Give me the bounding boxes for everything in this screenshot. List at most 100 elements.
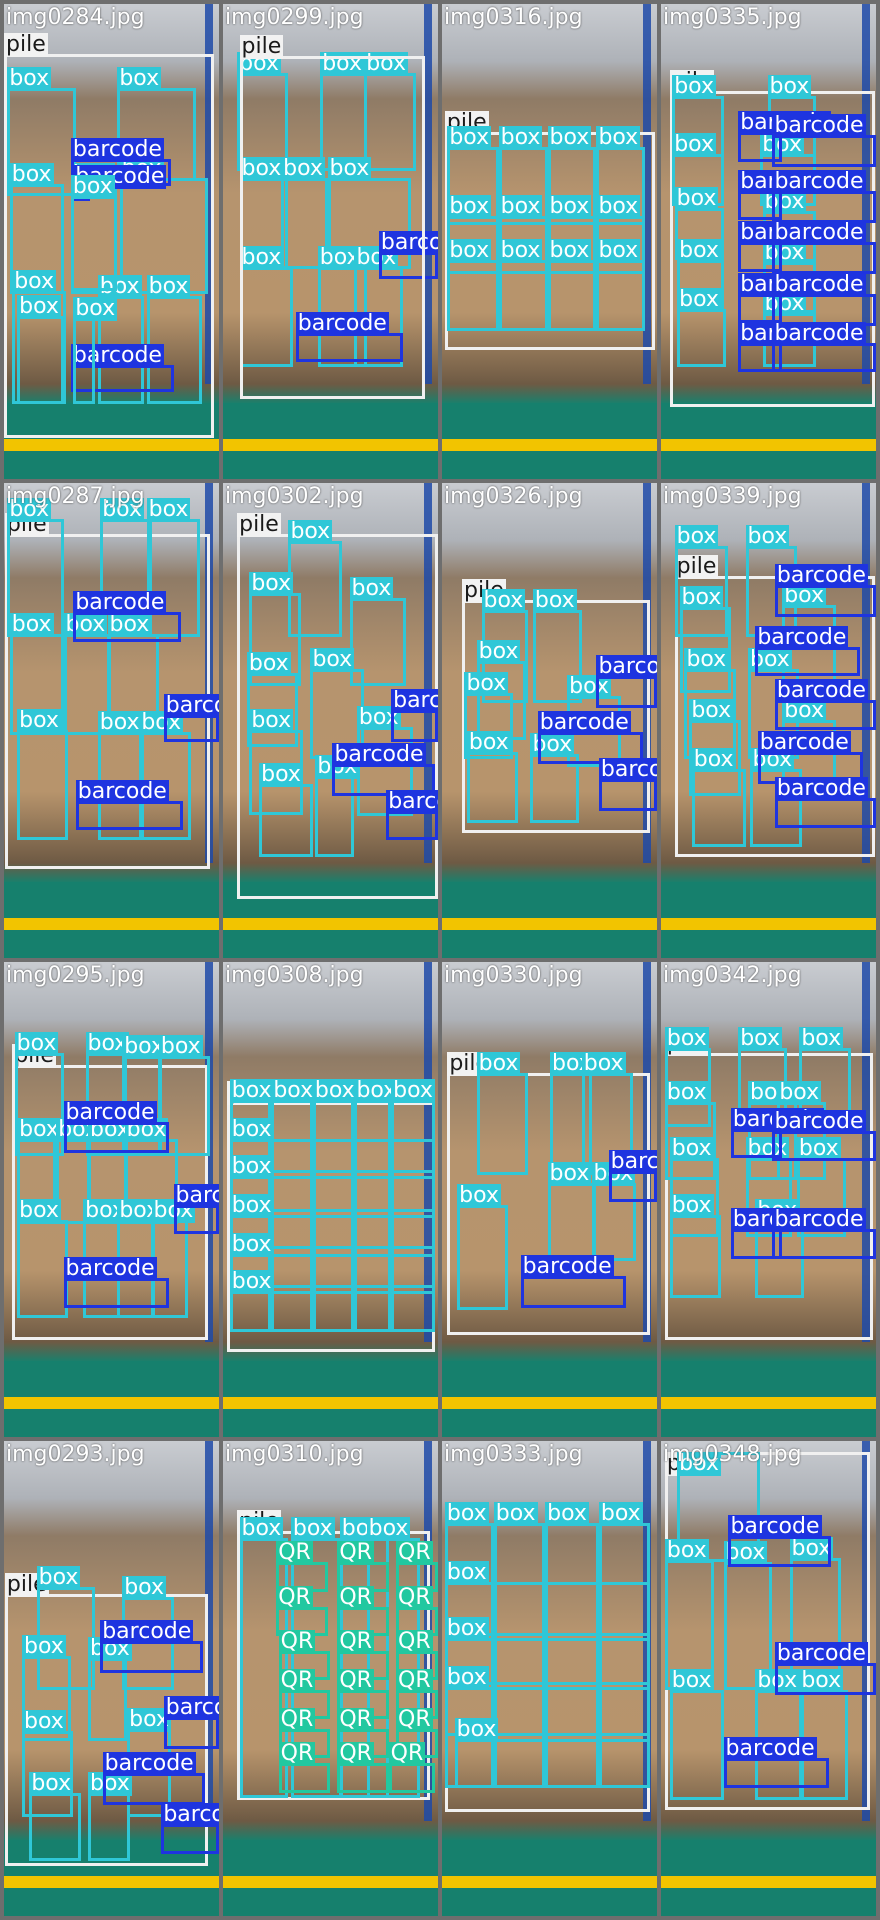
floor-stripe: [223, 1396, 438, 1409]
box-label: box: [229, 1192, 274, 1218]
barcode-label: barcode: [163, 1695, 219, 1720]
floor-stripe: [661, 917, 876, 930]
barcode-detection-box: barcode: [63, 1100, 169, 1154]
box-label: box: [70, 173, 115, 199]
box-label: box: [17, 293, 61, 319]
box-label: box: [498, 193, 543, 219]
image-tile: img0316.jpg pile box box box box box box box box b…: [442, 4, 657, 479]
box-label: box: [799, 1026, 844, 1052]
box-label: box: [664, 1538, 709, 1563]
box-label: box: [596, 124, 641, 150]
box-label: box: [674, 524, 719, 550]
barcode-detection-box: barcode: [772, 170, 876, 223]
pile-label: pile: [237, 511, 281, 537]
box-label: box: [36, 1564, 81, 1590]
barcode-label: barcode: [772, 1207, 866, 1233]
box-detection-box: box: [669, 1668, 724, 1800]
box-label: box: [545, 1501, 589, 1527]
tile-filename: img0330.jpg: [444, 963, 583, 988]
barcode-detection-box: barcode: [774, 1641, 876, 1695]
barcode-label: barcode: [63, 1099, 157, 1125]
box-label: box: [17, 1116, 61, 1142]
qr-label: QR: [388, 1741, 426, 1767]
box-label: box: [738, 1026, 782, 1052]
barcode-label: barcode: [596, 654, 657, 679]
box-label: box: [17, 707, 61, 733]
box-label: box: [684, 646, 729, 672]
image-tile: img0326.jpgpileboxboxboxboxboxboxboxbarc…: [442, 483, 657, 958]
barcode-detection-box: barcode: [774, 564, 876, 618]
box-label: box: [158, 1033, 203, 1059]
image-tile: img0333.jpgpileboxboxboxboxboxboxboxbox: [442, 1441, 657, 1916]
box-label: box: [246, 651, 291, 677]
barcode-detection-box: barcode: [163, 694, 219, 743]
box-label: box: [447, 124, 492, 150]
barcode-detection-box: barcode: [173, 1183, 219, 1235]
barcode-detection-box: barcode: [772, 221, 876, 275]
qr-detection-box: QR: [337, 1742, 389, 1793]
barcode-label: barcode: [332, 742, 426, 768]
barcode-detection-box: barcode: [163, 1695, 219, 1749]
box-label: box: [73, 296, 118, 322]
box-label: box: [7, 66, 52, 92]
box-label: box: [466, 729, 511, 755]
box-label: box: [664, 1026, 709, 1052]
box-label: box: [444, 1665, 489, 1691]
image-tile: img0299.jpg box box box box box box box box box ba…: [223, 4, 438, 479]
box-label: box: [9, 161, 54, 187]
box-label: box: [669, 1192, 714, 1218]
box-label: box: [481, 587, 526, 613]
box-label: box: [290, 1515, 335, 1541]
box-label: box: [672, 132, 716, 158]
barcode-label: barcode: [102, 1751, 196, 1777]
floor-stripe: [442, 917, 657, 930]
barcode-label: barcode: [70, 137, 164, 163]
box-label: box: [674, 186, 719, 212]
barcode-detection-box: barcode: [608, 1149, 657, 1203]
barcode-label: barcode: [774, 563, 868, 589]
box-detection-box: box: [447, 238, 499, 331]
barcode-detection-box: barcode: [520, 1254, 626, 1308]
pile-detection-box: pile: [239, 35, 426, 400]
box-label: box: [598, 1501, 643, 1527]
box-label: box: [581, 1050, 626, 1076]
box-label: box: [547, 193, 592, 219]
box-label: box: [229, 1077, 274, 1103]
floor-stripe: [223, 1875, 438, 1888]
floor-stripe: [4, 1875, 219, 1888]
qr-detection-box: QR: [388, 1742, 436, 1793]
barcode-label: barcode: [391, 689, 438, 714]
qr-label: QR: [278, 1741, 316, 1767]
tile-filename: img0302.jpg: [225, 484, 364, 509]
barcode-detection-box: barcode: [386, 789, 438, 840]
box-detection-box: box: [259, 762, 313, 858]
image-tile: img0308.jpgpileboxboxboxboxboxboxboxboxb…: [223, 962, 438, 1437]
barcode-label: barcode: [723, 1736, 817, 1762]
box-label: box: [12, 269, 56, 295]
box-label: box: [259, 761, 303, 787]
barcode-label: barcode: [537, 710, 631, 736]
box-label: box: [444, 1616, 489, 1642]
box-detection-box: box: [229, 1269, 436, 1333]
barcode-label: barcode: [161, 1803, 219, 1828]
box-label: box: [677, 237, 721, 263]
tile-filename: img0308.jpg: [225, 963, 364, 988]
barcode-detection-box: barcode: [774, 679, 876, 730]
box-label: box: [767, 73, 812, 99]
box-label: box: [249, 707, 294, 733]
barcode-detection-box: barcode: [391, 689, 438, 743]
box-label: box: [391, 1077, 435, 1103]
barcode-label: barcode: [772, 169, 866, 195]
box-label: box: [146, 497, 191, 523]
box-label: box: [239, 1515, 284, 1541]
barcode-detection-box: barcode: [728, 1514, 832, 1568]
box-label: box: [22, 1633, 66, 1659]
box-label: box: [271, 1077, 316, 1103]
box-detection-box: box: [530, 733, 580, 823]
tile-filename: img0284.jpg: [6, 5, 145, 30]
box-label: box: [596, 193, 641, 219]
qr-label: QR: [337, 1706, 374, 1732]
barcode-detection-box: barcode: [161, 1803, 219, 1854]
barcode-label: barcode: [772, 112, 866, 138]
box-detection-box: box: [677, 287, 726, 368]
